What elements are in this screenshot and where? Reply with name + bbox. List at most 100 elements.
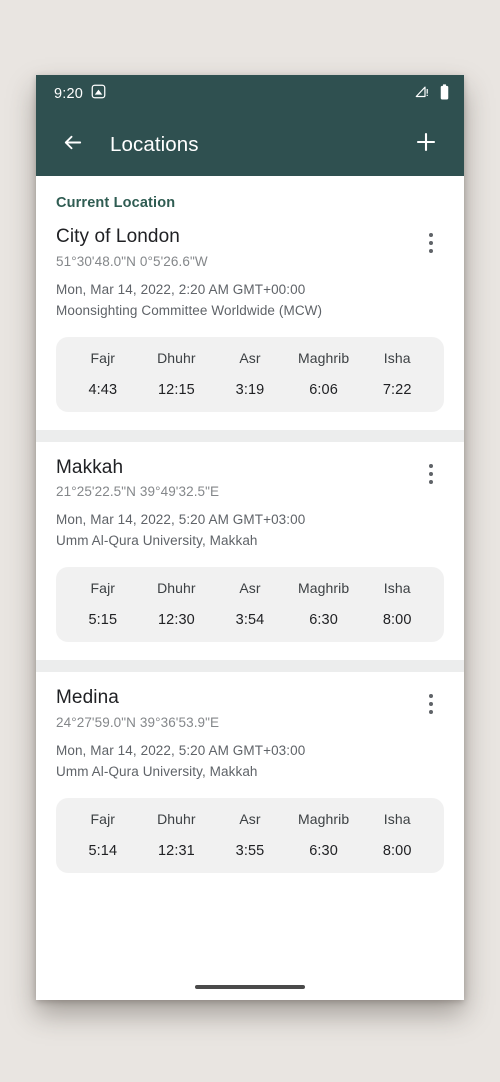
location-coordinates: 51°30'48.0"N 0°5'26.6"W bbox=[56, 253, 208, 269]
prayer-label: Maghrib bbox=[297, 810, 350, 827]
location-datetime: Mon, Mar 14, 2022, 5:20 AM GMT+03:00 bbox=[56, 512, 306, 528]
prayer-column-dhuhr: Dhuhr 12:30 bbox=[140, 580, 214, 628]
prayer-column-maghrib: Maghrib 6:30 bbox=[287, 580, 361, 628]
prayer-column-asr: Asr 3:54 bbox=[213, 580, 287, 628]
prayer-label: Isha bbox=[383, 580, 411, 597]
menu-dot bbox=[429, 241, 433, 245]
prayer-column-asr: Asr 3:55 bbox=[213, 811, 287, 859]
overflow-menu-icon[interactable] bbox=[418, 227, 444, 259]
phone-screen: 9:20 Locations Current Location City of … bbox=[36, 75, 464, 1000]
prayer-time: 8:00 bbox=[382, 842, 412, 859]
prayer-time: 5:15 bbox=[88, 612, 118, 629]
location-card[interactable]: Makkah 21°25'22.5"N 39°49'32.5"E Mon, Ma… bbox=[36, 441, 464, 661]
locations-list[interactable]: Current Location City of London 51°30'48… bbox=[36, 176, 464, 1000]
prayer-column-maghrib: Maghrib 6:06 bbox=[287, 350, 361, 398]
prayer-column-maghrib: Maghrib 6:30 bbox=[287, 811, 361, 859]
status-bar-clock: 9:20 bbox=[54, 86, 84, 102]
prayer-label: Isha bbox=[383, 810, 411, 827]
prayer-label: Asr bbox=[239, 580, 261, 597]
location-coordinates: 21°25'22.5"N 39°49'32.5"E bbox=[56, 484, 220, 500]
plus-icon bbox=[414, 130, 438, 159]
prayer-time: 3:55 bbox=[235, 842, 265, 859]
prayer-column-dhuhr: Dhuhr 12:31 bbox=[140, 811, 214, 859]
menu-dot bbox=[429, 702, 433, 707]
prayer-column-isha: Isha 8:00 bbox=[360, 811, 434, 859]
location-coordinates: 24°27'59.0"N 39°36'53.9"E bbox=[56, 714, 220, 730]
location-card-header: Makkah 21°25'22.5"N 39°49'32.5"E bbox=[56, 456, 444, 500]
menu-dot bbox=[429, 233, 433, 237]
location-calculation-method: Moonsighting Committee Worldwide (MCW) bbox=[56, 302, 323, 318]
add-location-button[interactable] bbox=[406, 125, 446, 165]
prayer-times-table: Fajr 5:15 Dhuhr 12:30 Asr 3:54 Maghrib 6… bbox=[56, 567, 444, 643]
location-datetime: Mon, Mar 14, 2022, 5:20 AM GMT+03:00 bbox=[56, 742, 306, 758]
overflow-menu-icon[interactable] bbox=[418, 688, 444, 720]
menu-dot bbox=[429, 463, 433, 468]
location-meta: Mon, Mar 14, 2022, 2:20 AM GMT+00:00 Moo… bbox=[56, 280, 444, 322]
location-name: City of London bbox=[56, 226, 180, 247]
prayer-time: 12:15 bbox=[157, 381, 195, 398]
menu-dot bbox=[429, 479, 433, 484]
prayer-time: 6:30 bbox=[309, 612, 338, 629]
prayer-column-fajr: Fajr 5:14 bbox=[66, 811, 140, 859]
prayer-label: Maghrib bbox=[297, 580, 350, 597]
menu-dot bbox=[429, 710, 433, 715]
prayer-time: 3:19 bbox=[235, 381, 265, 398]
menu-dot bbox=[429, 471, 433, 476]
prayer-label: Maghrib bbox=[297, 349, 350, 366]
location-datetime: Mon, Mar 14, 2022, 2:20 AM GMT+00:00 bbox=[56, 281, 306, 297]
battery-full-icon bbox=[439, 83, 450, 105]
prayer-column-fajr: Fajr 5:15 bbox=[66, 580, 140, 628]
prayer-time: 6:06 bbox=[309, 381, 338, 398]
menu-dot bbox=[429, 249, 433, 253]
prayer-label: Fajr bbox=[90, 349, 116, 366]
status-bar-right bbox=[415, 83, 450, 105]
app-bar: Locations bbox=[36, 113, 464, 176]
gesture-nav-bar bbox=[36, 974, 464, 1000]
overflow-menu-icon[interactable] bbox=[418, 458, 444, 490]
card-divider bbox=[36, 660, 464, 673]
location-calculation-method: Umm Al-Qura University, Makkah bbox=[56, 533, 258, 549]
location-meta: Mon, Mar 14, 2022, 5:20 AM GMT+03:00 Umm… bbox=[56, 741, 444, 783]
prayer-label: Dhuhr bbox=[157, 349, 196, 366]
prayer-time: 8:00 bbox=[382, 612, 412, 629]
location-calculation-method: Umm Al-Qura University, Makkah bbox=[56, 763, 258, 779]
status-bar-left: 9:20 bbox=[54, 84, 106, 104]
prayer-time: 12:30 bbox=[157, 612, 195, 629]
location-name: Medina bbox=[56, 687, 119, 709]
prayer-time: 6:30 bbox=[309, 842, 338, 859]
prayer-time: 4:43 bbox=[88, 381, 118, 398]
prayer-label: Dhuhr bbox=[157, 580, 196, 597]
location-name: Makkah bbox=[56, 456, 124, 478]
prayer-times-table: Fajr 4:43 Dhuhr 12:15 Asr 3:19 Maghrib 6… bbox=[56, 336, 444, 412]
back-button[interactable] bbox=[52, 125, 92, 165]
home-indicator[interactable] bbox=[195, 985, 305, 989]
location-card-text: City of London 51°30'48.0"N 0°5'26.6"W bbox=[56, 225, 208, 269]
current-location-label: Current Location bbox=[56, 195, 176, 211]
prayer-label: Isha bbox=[383, 349, 411, 366]
prayer-column-isha: Isha 8:00 bbox=[360, 580, 434, 628]
prayer-time: 5:14 bbox=[88, 842, 118, 859]
signal-no-service-icon bbox=[415, 84, 430, 104]
prayer-label: Fajr bbox=[90, 580, 116, 597]
location-card-text: Makkah 21°25'22.5"N 39°49'32.5"E bbox=[56, 456, 219, 500]
location-card-header: Medina 24°27'59.0"N 39°36'53.9"E bbox=[56, 686, 444, 730]
prayer-time: 3:54 bbox=[235, 612, 265, 629]
menu-dot bbox=[429, 694, 433, 699]
location-card[interactable]: Medina 24°27'59.0"N 39°36'53.9"E Mon, Ma… bbox=[36, 672, 464, 891]
prayer-column-dhuhr: Dhuhr 12:15 bbox=[140, 350, 214, 398]
card-divider bbox=[36, 429, 464, 442]
page-title: Locations bbox=[110, 132, 199, 156]
prayer-column-isha: Isha 7:22 bbox=[360, 350, 434, 398]
back-arrow-icon bbox=[61, 131, 84, 159]
prayer-column-asr: Asr 3:19 bbox=[213, 350, 287, 398]
location-meta: Mon, Mar 14, 2022, 5:20 AM GMT+03:00 Umm… bbox=[56, 510, 444, 552]
status-bar: 9:20 bbox=[36, 75, 464, 113]
prayer-label: Fajr bbox=[90, 810, 116, 827]
prayer-times-table: Fajr 5:14 Dhuhr 12:31 Asr 3:55 Maghrib 6… bbox=[56, 797, 444, 873]
location-card-text: Medina 24°27'59.0"N 39°36'53.9"E bbox=[56, 686, 219, 730]
prayer-label: Dhuhr bbox=[157, 810, 196, 827]
prayer-column-fajr: Fajr 4:43 bbox=[66, 350, 140, 398]
prayer-label: Asr bbox=[239, 810, 261, 827]
screenshot-icon bbox=[91, 84, 106, 104]
location-card[interactable]: City of London 51°30'48.0"N 0°5'26.6"W M… bbox=[36, 211, 464, 430]
